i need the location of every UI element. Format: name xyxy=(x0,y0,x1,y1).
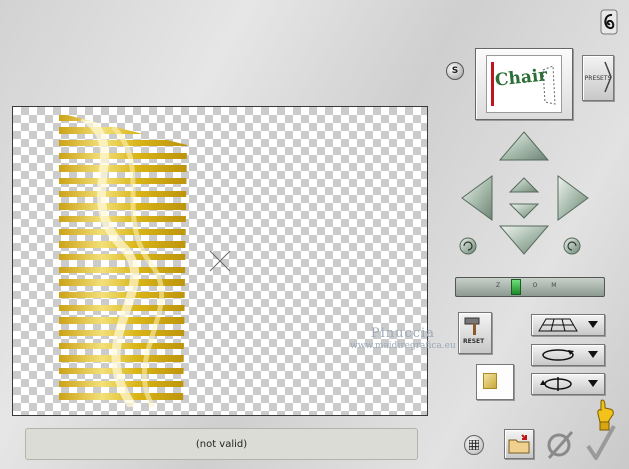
rotate-left-icon[interactable] xyxy=(459,237,477,255)
center-up-icon[interactable] xyxy=(508,177,540,193)
preview-canvas[interactable] xyxy=(12,106,428,416)
center-down-icon[interactable] xyxy=(508,203,540,219)
watermark-url: www.maidiregrafica.eu xyxy=(350,341,456,351)
chevron-down-icon xyxy=(588,321,598,328)
ok-check-icon[interactable] xyxy=(586,424,616,466)
s-button[interactable]: S xyxy=(446,62,464,80)
center-cross-icon xyxy=(209,250,231,272)
plane-grid-dropdown[interactable] xyxy=(531,314,605,336)
reset-button[interactable]: RESET xyxy=(458,312,492,354)
left-arrow-icon[interactable] xyxy=(461,175,493,221)
gold-stripes-image xyxy=(59,113,231,407)
flip-loop-icon xyxy=(540,377,572,391)
navigation-pad xyxy=(452,128,602,268)
up-arrow-icon[interactable] xyxy=(498,131,550,161)
reset-label: RESET xyxy=(463,338,485,345)
plane-grid-icon xyxy=(538,318,578,332)
thumbnail-swatch-button[interactable] xyxy=(476,364,514,400)
open-folder-button[interactable] xyxy=(504,429,534,459)
status-text: (not valid) xyxy=(195,438,248,450)
watermark: Pinuccia www.maidiregrafica.eu xyxy=(350,326,456,351)
flip-loop-dropdown[interactable] xyxy=(531,373,605,395)
rotate-right-icon[interactable] xyxy=(563,237,581,255)
chevron-down-icon xyxy=(588,351,598,358)
spiral-logo-icon[interactable] xyxy=(600,9,618,39)
grid-icon[interactable] xyxy=(464,435,484,455)
thumbnail-preview: Chair xyxy=(486,55,562,113)
preset-thumbnail[interactable]: Chair xyxy=(475,48,573,120)
presets-arrow-icon xyxy=(604,60,612,98)
s-button-label: S xyxy=(451,66,459,76)
watermark-title: Pinuccia xyxy=(370,326,435,341)
rotate-loop-icon xyxy=(542,349,574,361)
thumbnail-swatch-icon xyxy=(483,373,497,389)
chevron-down-icon xyxy=(588,380,598,387)
hammer-icon xyxy=(464,317,480,335)
zoom-slider-thumb[interactable] xyxy=(511,279,521,295)
rotate-loop-dropdown[interactable] xyxy=(531,344,605,366)
right-arrow-icon[interactable] xyxy=(557,175,589,221)
zoom-label: Z O O M xyxy=(496,282,563,289)
status-bar: (not valid) xyxy=(25,428,418,460)
down-arrow-icon[interactable] xyxy=(498,225,550,255)
zoom-slider[interactable]: Z O O M xyxy=(455,277,605,297)
folder-icon xyxy=(508,434,530,454)
cancel-icon[interactable] xyxy=(546,428,574,464)
